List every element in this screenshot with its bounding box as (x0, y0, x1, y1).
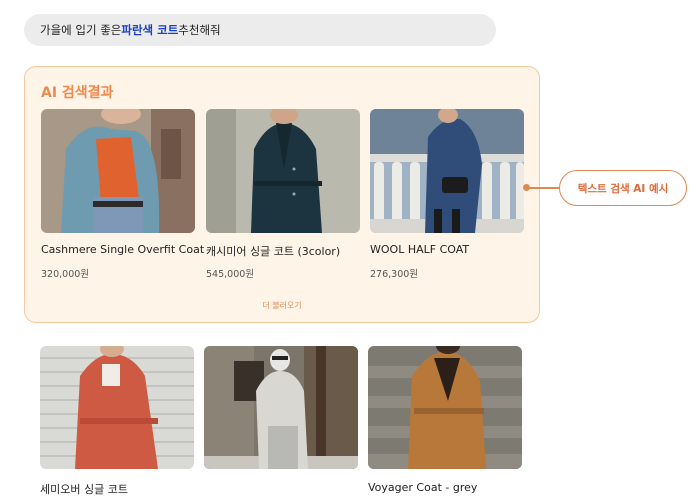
product-image[interactable] (204, 346, 358, 469)
product-image[interactable] (206, 109, 360, 233)
product-card[interactable]: Voyager Coat - grey (368, 346, 522, 494)
callout-connector (527, 187, 561, 189)
product-price: 320,000원 (41, 269, 90, 280)
product-price: 276,300원 (370, 269, 419, 280)
product-image[interactable] (41, 109, 195, 233)
product-name[interactable]: Cashmere Single Overfit Coat (41, 243, 204, 256)
ai-results-title: AI 검색결과 (41, 85, 114, 101)
product-image[interactable] (40, 346, 194, 469)
load-more-button[interactable]: 더 불러오기 (25, 300, 539, 311)
product-name[interactable]: 캐시미어 싱글 코트 (3color) (206, 243, 340, 259)
product-price: 545,000원 (206, 269, 255, 280)
search-query: 가을에 입기 좋은 파란색 코트 추천해줘 (24, 14, 496, 46)
callout-label: 텍스트 검색 AI 예시 (559, 170, 687, 206)
query-prefix: 가을에 입기 좋은 (40, 23, 122, 37)
product-card[interactable]: 세미오버 싱글 코트 (40, 346, 194, 496)
product-card[interactable]: WOOL HALF COAT 276,300원 (370, 109, 524, 280)
product-name[interactable]: WOOL HALF COAT (370, 243, 469, 256)
product-card[interactable] (204, 346, 358, 469)
callout-dot (523, 184, 530, 191)
product-name[interactable]: Voyager Coat - grey (368, 481, 477, 494)
product-image[interactable] (368, 346, 522, 469)
product-name[interactable]: 세미오버 싱글 코트 (40, 481, 128, 497)
query-highlight: 파란색 코트 (121, 23, 179, 37)
product-card[interactable]: 캐시미어 싱글 코트 (3color) 545,000원 (206, 109, 360, 280)
ai-results-panel: AI 검색결과 Cashmere Single Overfit Coat 320… (24, 66, 540, 323)
query-suffix: 추천해줘 (178, 23, 221, 37)
product-image[interactable] (370, 109, 524, 233)
product-card[interactable]: Cashmere Single Overfit Coat 320,000원 (41, 109, 204, 280)
